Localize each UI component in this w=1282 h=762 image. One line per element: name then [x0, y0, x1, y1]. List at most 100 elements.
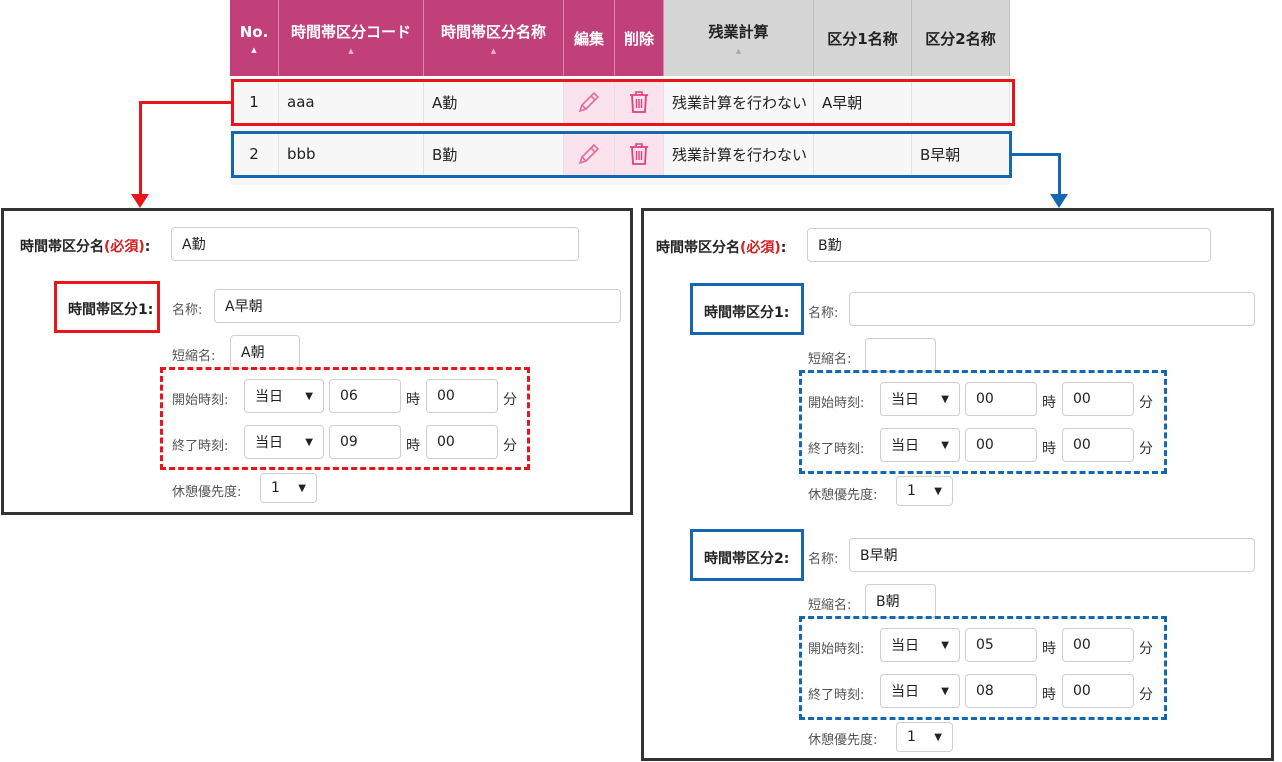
short-name-label: 短縮名: — [172, 349, 216, 364]
division2-title: 時間帯区分2: — [704, 551, 790, 567]
connector-line — [139, 101, 142, 196]
caret-down-icon: ▼ — [941, 685, 949, 697]
caret-down-icon: ▼ — [305, 436, 313, 448]
start-minute-input[interactable]: 00 — [1062, 382, 1134, 416]
start-minute-input[interactable]: 00 — [1062, 628, 1134, 662]
trash-icon — [630, 143, 648, 165]
start-day-select[interactable]: 当日 ▼ — [880, 628, 960, 662]
break-priority-select[interactable]: 1 ▼ — [896, 476, 953, 506]
cell-division1 — [814, 131, 912, 177]
delete-button[interactable] — [615, 79, 664, 125]
start-time-label: 開始時刻: — [808, 642, 865, 657]
right-edit-panel: 時間帯区分名(必須): B勤 時間帯区分1: 名称: 短縮名: 開始時刻: 当日… — [641, 208, 1274, 761]
connector-line — [1058, 153, 1061, 195]
end-time-label: 終了時刻: — [808, 442, 865, 457]
cell-code: aaa — [279, 79, 424, 125]
caret-down-icon: ▼ — [941, 639, 949, 651]
cell-code: bbb — [279, 131, 424, 177]
time-division-name-input[interactable]: B勤 — [807, 228, 1211, 262]
end-hour-input[interactable]: 09 — [329, 425, 401, 459]
caret-down-icon: ▼ — [934, 731, 942, 743]
time-division-name-input[interactable]: A勤 — [171, 227, 579, 261]
hour-unit: 時 — [1042, 641, 1056, 657]
edit-button[interactable] — [564, 79, 615, 125]
division-name-label: 名称: — [808, 552, 839, 567]
pencil-icon — [578, 143, 600, 165]
start-time-label: 開始時刻: — [172, 393, 229, 408]
start-minute-input[interactable]: 00 — [426, 379, 498, 413]
end-day-select[interactable]: 当日 ▼ — [880, 674, 960, 708]
arrow-down-icon — [131, 194, 149, 208]
end-minute-input[interactable]: 00 — [1062, 674, 1134, 708]
connector-line — [1011, 153, 1061, 156]
delete-button[interactable] — [615, 131, 664, 177]
division-name-input[interactable] — [849, 292, 1255, 326]
end-time-label: 終了時刻: — [172, 439, 229, 454]
end-day-select[interactable]: 当日 ▼ — [244, 425, 324, 459]
sort-up-icon: ▲ — [348, 47, 354, 55]
sort-up-icon: ▲ — [735, 47, 742, 55]
trash-icon — [630, 91, 648, 113]
hour-unit: 時 — [1042, 441, 1056, 457]
header-name[interactable]: 時間帯区分名称 ▲ — [424, 0, 564, 76]
pencil-icon — [578, 91, 600, 113]
caret-down-icon: ▼ — [941, 439, 949, 451]
break-priority-select[interactable]: 1 ▼ — [260, 473, 317, 503]
short-name-input[interactable]: B朝 — [865, 584, 936, 618]
table-row: 2 bbb B勤 残業計算を行わない B早朝 — [230, 131, 1010, 177]
table-header: No. ▲ 時間帯区分コード ▲ 時間帯区分名称 ▲ 編集 削除 残業計算 ▲ … — [230, 0, 1010, 76]
break-priority-label: 休憩優先度: — [808, 733, 878, 748]
division-name-label: 名称: — [172, 303, 203, 318]
start-hour-input[interactable]: 00 — [965, 382, 1037, 416]
left-edit-panel: 時間帯区分名(必須): A勤 時間帯区分1: 名称: A早朝 短縮名: A朝 開… — [1, 208, 633, 515]
cell-overtime: 残業計算を行わない — [664, 79, 814, 125]
start-day-select[interactable]: 当日 ▼ — [244, 379, 324, 413]
cell-no: 1 — [230, 79, 279, 125]
header-overtime[interactable]: 残業計算 ▲ — [664, 0, 814, 76]
header-no[interactable]: No. ▲ — [230, 0, 279, 76]
row-spacer — [230, 177, 1010, 185]
hour-unit: 時 — [1042, 687, 1056, 703]
end-hour-input[interactable]: 00 — [965, 428, 1037, 462]
minute-unit: 分 — [503, 438, 517, 454]
hour-unit: 時 — [406, 392, 420, 408]
table-row: 1 aaa A勤 残業計算を行わない A早朝 — [230, 79, 1010, 125]
division-name-input[interactable]: B早朝 — [849, 538, 1255, 572]
header-edit: 編集 — [564, 0, 615, 76]
start-hour-input[interactable]: 05 — [965, 628, 1037, 662]
division-name-input[interactable]: A早朝 — [214, 289, 621, 323]
end-day-select[interactable]: 当日 ▼ — [880, 428, 960, 462]
end-time-label: 終了時刻: — [808, 688, 865, 703]
edit-button[interactable] — [564, 131, 615, 177]
division1-title: 時間帯区分1: — [68, 302, 154, 318]
header-code[interactable]: 時間帯区分コード ▲ — [279, 0, 424, 76]
short-name-input[interactable]: A朝 — [230, 335, 300, 369]
end-hour-input[interactable]: 08 — [965, 674, 1037, 708]
division1-title: 時間帯区分1: — [704, 305, 790, 321]
end-minute-input[interactable]: 00 — [426, 425, 498, 459]
cell-name: B勤 — [424, 131, 564, 177]
end-minute-input[interactable]: 00 — [1062, 428, 1134, 462]
header-delete: 削除 — [615, 0, 664, 76]
break-priority-label: 休憩優先度: — [172, 485, 242, 500]
hour-unit: 時 — [406, 438, 420, 454]
name-field-label: 時間帯区分名(必須): — [656, 240, 787, 256]
short-name-input[interactable] — [865, 338, 936, 372]
cell-overtime: 残業計算を行わない — [664, 131, 814, 177]
cell-no: 2 — [230, 131, 279, 177]
cell-division2: B早朝 — [912, 131, 1010, 177]
hour-unit: 時 — [1042, 395, 1056, 411]
header-division2: 区分2名称 — [912, 0, 1010, 76]
short-name-label: 短縮名: — [808, 598, 852, 613]
minute-unit: 分 — [1139, 641, 1153, 657]
break-priority-select[interactable]: 1 ▼ — [896, 722, 953, 752]
cell-division1: A早朝 — [814, 79, 912, 125]
start-day-select[interactable]: 当日 ▼ — [880, 382, 960, 416]
start-hour-input[interactable]: 06 — [329, 379, 401, 413]
connector-line — [139, 101, 232, 104]
minute-unit: 分 — [1139, 395, 1153, 411]
division-name-label: 名称: — [808, 306, 839, 321]
sort-up-icon: ▲ — [490, 47, 497, 55]
name-field-label: 時間帯区分名(必須): — [20, 239, 151, 255]
short-name-label: 短縮名: — [808, 352, 852, 367]
